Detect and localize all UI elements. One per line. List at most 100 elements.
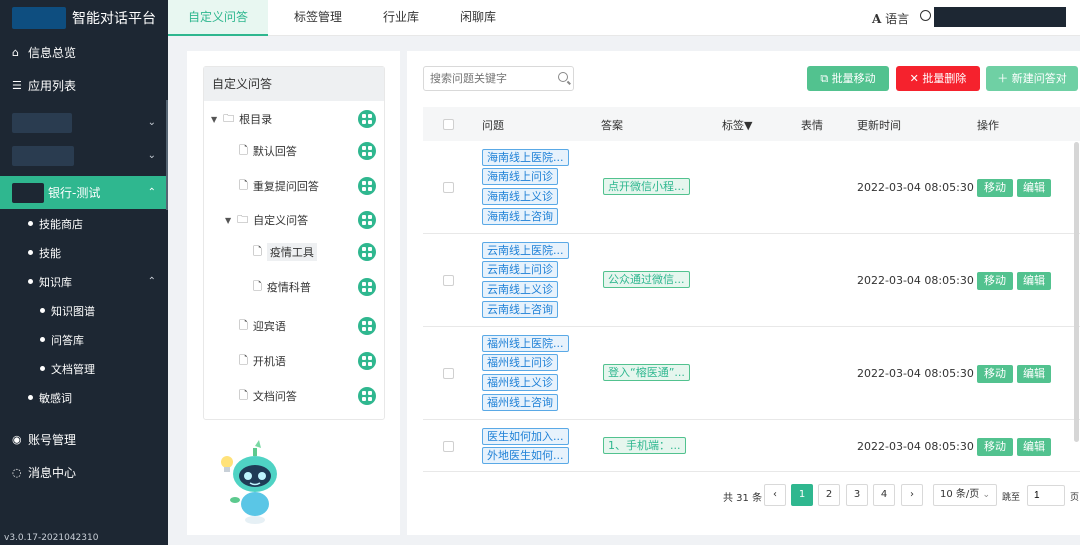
edit-button[interactable]: 编辑 bbox=[1017, 272, 1051, 290]
tree-header: 自定义问答 bbox=[204, 67, 384, 101]
jump-label: 跳至 bbox=[1002, 493, 1021, 503]
pagination-total: 共 31 条 bbox=[723, 493, 763, 504]
select-all-checkbox[interactable] bbox=[443, 119, 454, 130]
account-icon: ◉ bbox=[12, 433, 22, 446]
user-icon[interactable] bbox=[920, 10, 931, 21]
page-button[interactable]: 3 bbox=[846, 484, 868, 506]
tree-node-menu-icon[interactable] bbox=[358, 387, 376, 405]
chevron-up-icon: ⌃ bbox=[147, 187, 156, 198]
bullet-icon bbox=[28, 221, 33, 226]
sidebar-item-sensitive-words[interactable]: 敏感词 bbox=[0, 383, 168, 412]
table-row[interactable]: 海南线上医院... 海南线上问诊 海南线上义诊 海南线上咨询 点开微信小程...… bbox=[423, 141, 1080, 234]
question-tag: 海南线上医院... bbox=[482, 149, 569, 166]
sidebar-item-app-list[interactable]: ☰ 应用列表 bbox=[0, 69, 168, 102]
tree-node-boot[interactable]: 🗋 开机语 bbox=[239, 351, 286, 371]
column-actions: 操作 bbox=[977, 119, 999, 132]
tree-node-welcome[interactable]: 🗋 迎宾语 bbox=[239, 316, 286, 336]
sidebar-item-label: 敏感词 bbox=[39, 391, 72, 405]
new-qa-button[interactable]: ＋ 新建问答对 bbox=[986, 66, 1078, 91]
search-input[interactable] bbox=[423, 66, 574, 91]
jump-page-input[interactable] bbox=[1027, 485, 1065, 506]
tree-node-custom-qa[interactable]: ▼ 🗀 自定义问答 bbox=[225, 210, 308, 230]
sidebar-item-hidden-1[interactable]: ⌄ bbox=[0, 106, 168, 139]
tab-industry-library[interactable]: 行业库 bbox=[383, 0, 419, 36]
row-checkbox[interactable] bbox=[443, 275, 454, 286]
tree-node-root[interactable]: ▼ 🗀 根目录 bbox=[211, 109, 272, 129]
page-button[interactable]: 2 bbox=[818, 484, 840, 506]
user-name-redacted[interactable] bbox=[934, 7, 1066, 27]
table-row[interactable]: 云南线上医院... 云南线上问诊 云南线上义诊 云南线上咨询 公众通过微信...… bbox=[423, 234, 1080, 327]
edit-button[interactable]: 编辑 bbox=[1017, 179, 1051, 197]
sidebar-item-bank-test[interactable]: 银行-测试 ⌃ bbox=[0, 176, 168, 209]
language-switch[interactable]: A 语言 bbox=[872, 10, 909, 27]
page-button[interactable]: 1 bbox=[791, 484, 813, 506]
move-button[interactable]: 移动 bbox=[977, 365, 1013, 383]
move-button[interactable]: 移动 bbox=[977, 179, 1013, 197]
tree-node-default-answer[interactable]: 🗋 默认回答 bbox=[239, 141, 297, 161]
sidebar-item-knowledge-base[interactable]: 知识库 ⌃ bbox=[0, 267, 168, 296]
page-button[interactable]: 4 bbox=[873, 484, 895, 506]
tree-node-label: 迎宾语 bbox=[252, 320, 286, 333]
row-checkbox[interactable] bbox=[443, 182, 454, 193]
tree-node-epidemic-science[interactable]: 🗋 疫情科普 bbox=[253, 277, 311, 297]
sidebar-item-hidden-2[interactable]: ⌄ bbox=[0, 139, 168, 172]
row-checkbox[interactable] bbox=[443, 441, 454, 452]
column-updated-time: 更新时间 bbox=[857, 119, 901, 132]
tab-chitchat-library[interactable]: 闲聊库 bbox=[460, 0, 496, 36]
sidebar-item-account[interactable]: ◉ 账号管理 bbox=[0, 423, 168, 456]
table-row[interactable]: 医生如何加入... 外地医生如何... 1、手机端：... 2022-03-04… bbox=[423, 420, 1080, 472]
tree-node-menu-icon[interactable] bbox=[358, 352, 376, 370]
chevron-left-icon: ‹ bbox=[773, 489, 777, 500]
tab-custom-qa[interactable]: 自定义问答 bbox=[168, 0, 268, 36]
batch-delete-button[interactable]: ✕ 批量删除 bbox=[896, 66, 980, 91]
edit-button[interactable]: 编辑 bbox=[1017, 365, 1051, 383]
chevron-down-icon: ⌄ bbox=[147, 117, 156, 128]
tree-node-menu-icon[interactable] bbox=[358, 211, 376, 229]
tree-node-repeat-answer[interactable]: 🗋 重复提问回答 bbox=[239, 176, 319, 196]
bullet-icon bbox=[40, 337, 45, 342]
translate-icon: A bbox=[872, 12, 882, 26]
batch-move-button[interactable]: ⧉ 批量移动 bbox=[807, 66, 889, 91]
edit-button[interactable]: 编辑 bbox=[1017, 438, 1051, 456]
search-icon[interactable] bbox=[558, 72, 568, 82]
sidebar-item-skill-store[interactable]: 技能商店 bbox=[0, 209, 168, 238]
sidebar-item-label: 应用列表 bbox=[28, 79, 77, 93]
sidebar-item-label: 文档管理 bbox=[51, 362, 95, 376]
sidebar-item-messages[interactable]: ◌ 消息中心 bbox=[0, 456, 168, 489]
sidebar-item-qa-library[interactable]: 问答库 bbox=[0, 325, 168, 354]
tab-tag-management[interactable]: 标签管理 bbox=[294, 0, 342, 36]
table-row[interactable]: 福州线上医院... 福州线上问诊 福州线上义诊 福州线上咨询 登入“榕医通”..… bbox=[423, 327, 1080, 420]
sidebar-item-label: 银行-测试 bbox=[48, 186, 101, 200]
tree-node-menu-icon[interactable] bbox=[358, 142, 376, 160]
sidebar-item-knowledge-graph[interactable]: 知识图谱 bbox=[0, 296, 168, 325]
question-tag: 云南线上义诊 bbox=[482, 281, 558, 298]
sidebar-item-overview[interactable]: ⌂ 信息总览 bbox=[0, 36, 168, 69]
answer-tag: 公众通过微信... bbox=[603, 271, 690, 288]
file-icon: 🗋 bbox=[253, 279, 262, 293]
tree-node-menu-icon[interactable] bbox=[358, 317, 376, 335]
row-checkbox[interactable] bbox=[443, 368, 454, 379]
sidebar-item-skill[interactable]: 技能 bbox=[0, 238, 168, 267]
home-icon: ⌂ bbox=[12, 46, 19, 59]
next-page-button[interactable]: › bbox=[901, 484, 923, 506]
file-icon: 🗋 bbox=[239, 143, 248, 157]
tree-node-menu-icon[interactable] bbox=[358, 278, 376, 296]
table-scrollbar[interactable] bbox=[1074, 142, 1079, 442]
column-tags-filter[interactable]: 标签▼ bbox=[722, 117, 752, 133]
logo: 智能对话平台 bbox=[0, 0, 168, 36]
close-icon: ✕ bbox=[909, 72, 919, 85]
tree-node-doc-qa[interactable]: 🗋 文档问答 bbox=[239, 386, 297, 406]
tree-node-menu-icon[interactable] bbox=[358, 177, 376, 195]
sidebar-item-doc-management[interactable]: 文档管理 bbox=[0, 354, 168, 383]
move-button[interactable]: 移动 bbox=[977, 438, 1013, 456]
bullet-icon bbox=[40, 308, 45, 313]
answer-tag: 登入“榕医通”... bbox=[603, 364, 690, 381]
message-icon: ◌ bbox=[12, 466, 22, 479]
page-size-select[interactable]: 10 条/页 ⌄ bbox=[933, 484, 997, 506]
move-button[interactable]: 移动 bbox=[977, 272, 1013, 290]
prev-page-button[interactable]: ‹ bbox=[764, 484, 786, 506]
tree-node-menu-icon[interactable] bbox=[358, 243, 376, 261]
tree-node-epidemic-tools[interactable]: 🗋 疫情工具 bbox=[253, 242, 317, 262]
tree-node-menu-icon[interactable] bbox=[358, 110, 376, 128]
sidebar-scrollbar[interactable] bbox=[166, 100, 168, 210]
